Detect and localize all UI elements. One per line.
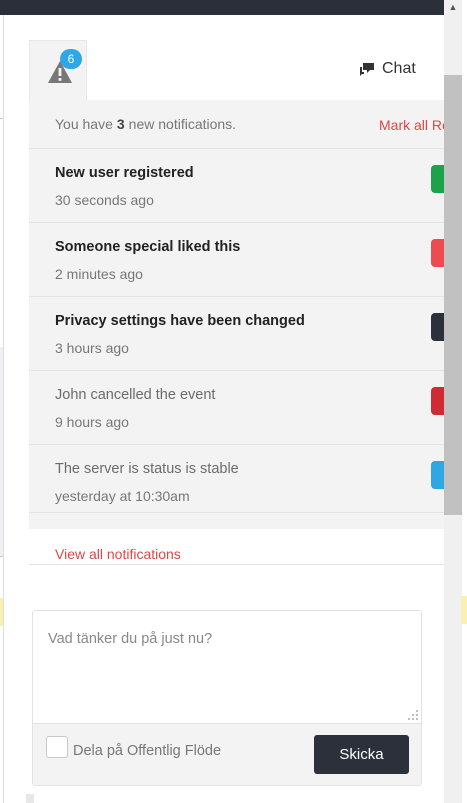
notification-title: New user registered	[55, 165, 194, 181]
notification-panel: 6 Chat You have 3 new notifications. Mar…	[3, 15, 446, 803]
resize-grip-icon[interactable]	[407, 709, 419, 721]
chat-icon	[360, 63, 374, 76]
notification-time: 3 hours ago	[55, 340, 129, 356]
tab-chat-label: Chat	[382, 60, 416, 77]
notification-item[interactable]: The server is status is stable yesterday…	[29, 445, 446, 513]
scroll-up-arrow-icon[interactable]: ▲	[444, 0, 462, 15]
notification-list: You have 3 new notifications. Mark all R…	[29, 100, 446, 565]
notification-title: Privacy settings have been changed	[55, 313, 305, 329]
send-button[interactable]: Skicka	[314, 735, 409, 774]
notification-count-badge: 6	[60, 49, 82, 69]
composer-footer: Dela på Offentlig Flöde Skicka	[33, 723, 421, 785]
notification-item[interactable]: Someone special liked this 2 minutes ago	[29, 223, 446, 297]
notification-time: 30 seconds ago	[55, 192, 154, 208]
tab-alerts[interactable]: 6	[29, 40, 87, 100]
panel-tabs: 6 Chat	[29, 40, 446, 100]
view-all-notifications-link[interactable]: View all notifications	[29, 529, 446, 564]
tab-chat[interactable]: Chat	[359, 59, 416, 79]
notification-time: 2 minutes ago	[55, 266, 143, 282]
top-bar	[0, 0, 445, 15]
mark-all-read-link[interactable]: Mark all Re	[379, 117, 446, 133]
notification-time: 9 hours ago	[55, 414, 129, 430]
status-composer: Dela på Offentlig Flöde Skicka	[32, 610, 422, 786]
status-input[interactable]	[33, 611, 421, 723]
notification-item[interactable]: John cancelled the event 9 hours ago	[29, 371, 446, 445]
background-highlight	[461, 596, 467, 624]
notification-title: John cancelled the event	[55, 387, 216, 403]
panel-bottom-edge	[26, 794, 34, 803]
notification-title: The server is status is stable	[55, 461, 239, 477]
share-public-label: Dela på Offentlig Flöde	[73, 743, 222, 759]
new-count: 3	[116, 116, 125, 132]
summary-suffix: new notifications.	[128, 116, 237, 132]
share-public-checkbox[interactable]	[46, 736, 68, 758]
notification-time: yesterday at 10:30am	[55, 488, 190, 504]
summary-prefix: You have	[55, 116, 113, 132]
notification-item[interactable]: Privacy settings have been changed 3 hou…	[29, 297, 446, 371]
notification-item[interactable]: New user registered 30 seconds ago	[29, 149, 446, 223]
notification-summary: You have 3 new notifications. Mark all R…	[29, 100, 446, 149]
scrollbar[interactable]: ▲	[444, 0, 462, 803]
scrollbar-thumb[interactable]	[444, 75, 462, 515]
notification-title: Someone special liked this	[55, 239, 241, 255]
